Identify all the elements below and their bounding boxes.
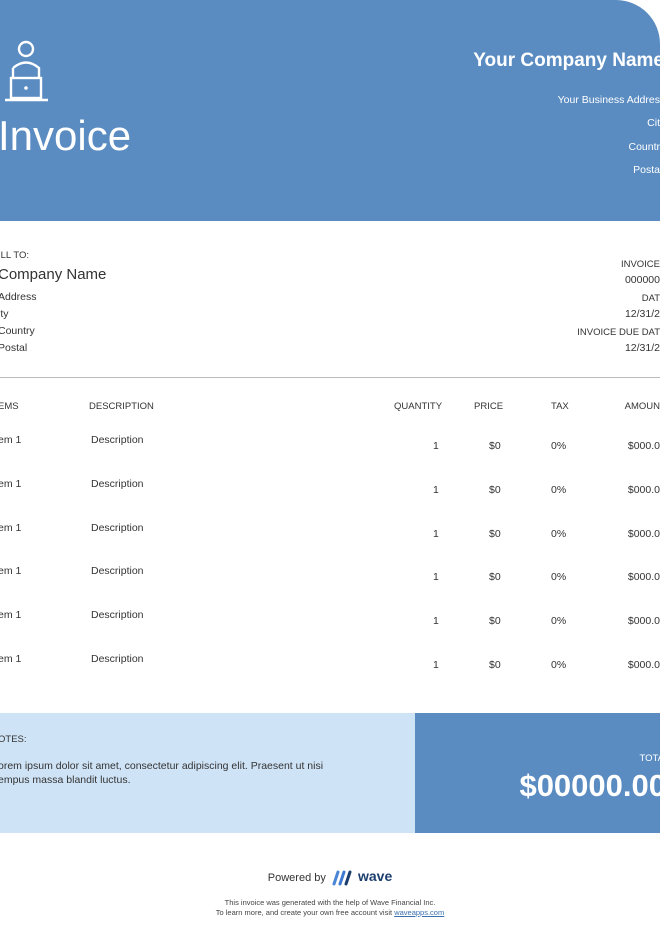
notes-text: orem ipsum dolor sit amet, consectetur a… (0, 760, 324, 786)
footer-signup-text: To learn more, and create your own free … (215, 908, 393, 917)
client-address: Address (0, 291, 37, 303)
client-company-name: Company Name (0, 266, 107, 283)
footer-signup: To learn more, and create your own free … (0, 908, 660, 917)
client-postal: Postal (0, 342, 28, 354)
footer-credit: This invoice was generated with the help… (224, 898, 436, 907)
business-postal: Posta (633, 164, 660, 176)
company-name: Your Company Name (473, 50, 660, 71)
row-item: em 1 (0, 434, 22, 446)
wave-logo-icon (332, 870, 352, 886)
wave-brand-name: wave (357, 868, 393, 884)
business-address: Your Business Addres (557, 94, 660, 106)
invoice-title: Invoice (0, 112, 132, 159)
row-tax: 0% (551, 659, 567, 671)
row-description: Description (91, 478, 144, 490)
column-header-price: PRICE (474, 401, 504, 412)
invoice-due-date: 12/31/2 (624, 342, 660, 354)
total-label: TOTA (639, 753, 660, 764)
row-amount: $000.0 (627, 440, 660, 452)
invoice-number: 000000 (624, 274, 660, 286)
powered-by: Powered by wave (0, 868, 660, 886)
row-price: $0 (489, 484, 501, 496)
row-amount: $000.0 (627, 484, 660, 496)
section-divider (0, 377, 660, 378)
invoice-date: 12/31/2 (624, 308, 660, 320)
invoice-header (0, 0, 660, 221)
row-quantity: 1 (433, 528, 439, 540)
row-price: $0 (489, 528, 501, 540)
row-tax: 0% (551, 440, 567, 452)
bill-to-label: ILL TO: (0, 250, 29, 261)
row-description: Description (91, 609, 144, 621)
person-at-laptop-icon (5, 40, 48, 102)
client-city: ity (0, 308, 9, 320)
column-header-description: DESCRIPTION (89, 401, 154, 412)
business-country: Countr (628, 141, 660, 153)
invoice-date-label: DAT (641, 293, 660, 304)
column-header-quantity: QUANTITY (394, 401, 443, 412)
column-header-tax: TAX (551, 401, 569, 412)
row-quantity: 1 (433, 571, 439, 583)
invoice-number-label: INVOICE (620, 259, 660, 270)
row-quantity: 1 (433, 659, 439, 671)
row-price: $0 (489, 440, 501, 452)
row-amount: $000.0 (627, 615, 660, 627)
row-description: Description (91, 565, 144, 577)
row-item: em 1 (0, 609, 22, 621)
row-tax: 0% (551, 571, 567, 583)
business-city: Cit (647, 117, 660, 129)
row-description: Description (91, 434, 144, 446)
row-price: $0 (489, 615, 501, 627)
row-tax: 0% (551, 484, 567, 496)
row-quantity: 1 (433, 615, 439, 627)
row-amount: $000.0 (627, 528, 660, 540)
total-amount: $00000.00 (519, 768, 660, 803)
invoice-due-date-label: INVOICE DUE DAT (577, 327, 660, 338)
waveapps-link[interactable]: waveapps.com (394, 908, 444, 917)
row-price: $0 (489, 571, 501, 583)
row-quantity: 1 (433, 484, 439, 496)
powered-by-text: Powered by (267, 872, 326, 884)
row-price: $0 (489, 659, 501, 671)
column-header-amount: AMOUN (624, 401, 660, 412)
row-description: Description (91, 522, 144, 534)
row-item: em 1 (0, 653, 22, 665)
row-item: em 1 (0, 478, 22, 490)
column-header-items: EMS (0, 401, 19, 412)
row-tax: 0% (551, 528, 567, 540)
client-country: Country (0, 325, 35, 337)
notes-label: OTES: (0, 734, 27, 745)
row-amount: $000.0 (627, 659, 660, 671)
row-tax: 0% (551, 615, 567, 627)
row-quantity: 1 (433, 440, 439, 452)
row-description: Description (91, 653, 144, 665)
row-item: em 1 (0, 522, 22, 534)
row-amount: $000.0 (627, 571, 660, 583)
row-item: em 1 (0, 565, 22, 577)
